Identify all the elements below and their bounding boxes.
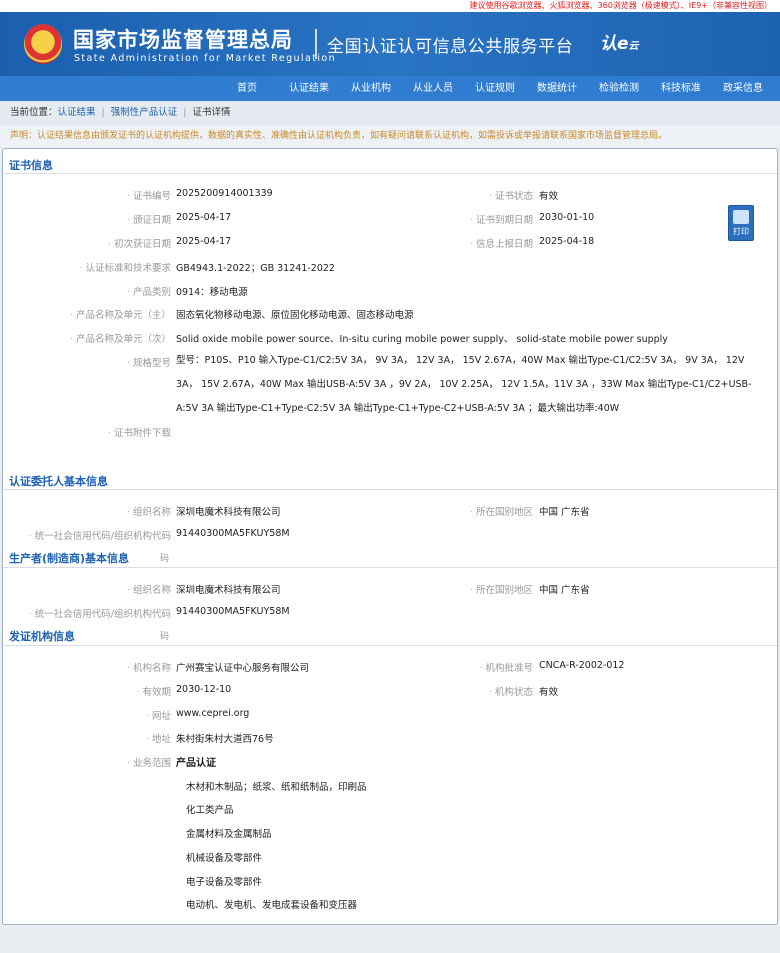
section-title-issuer: 发证机构信息 <box>9 630 75 643</box>
scope-item: 木材和木制品；纸浆、纸和纸制品，印刷品 <box>186 782 367 793</box>
value-approval-no: CNCA-R-2002-012 <box>539 660 625 671</box>
value-category: 0914：移动电源 <box>176 287 248 298</box>
platform-title: 全国认证认可信息公共服务平台 <box>327 37 574 57</box>
printer-icon <box>733 210 749 224</box>
e-cloud-logo: 认e云 <box>600 34 639 54</box>
value-address: 朱村街朱村大道西76号 <box>176 734 274 745</box>
print-button[interactable]: 打印 <box>728 205 754 241</box>
value-first-date: 2025-04-17 <box>176 236 232 247</box>
label-cert-no: 证书编号 <box>3 188 171 202</box>
value-standard: GB4943.1-2022；GB 31241-2022 <box>176 263 335 274</box>
value-name-sub: Solid oxide mobile power source、In-situ … <box>176 334 668 345</box>
label-expire-date: 证书到期日期 <box>383 212 533 226</box>
label-valid-until: 有效期 <box>3 684 171 698</box>
scope-item: 电动机、发电机、发电成套设备和变压器 <box>186 900 358 911</box>
value-status: 有效 <box>539 191 559 202</box>
nav-cert-results[interactable]: 认证结果 <box>278 76 340 101</box>
value-org-status: 有效 <box>539 687 559 698</box>
value-issuer-name: 广州赛宝认证中心服务有限公司 <box>176 663 310 674</box>
value-valid-until: 2030-12-10 <box>176 684 232 695</box>
scope-item: 金属材料及金属制品 <box>186 829 272 840</box>
label-issue-date: 颁证日期 <box>3 212 171 226</box>
label-status: 证书状态 <box>383 188 533 202</box>
scope-item: 化工类产品 <box>186 805 234 816</box>
browser-notice: 建议使用谷歌浏览器、火狐浏览器、360浏览器（极速模式）、IE9+（非兼容性视图… <box>469 1 772 10</box>
org-name-cn: 国家市场监督管理总局 <box>73 28 293 52</box>
breadcrumb-current: 证书详情 <box>192 107 231 118</box>
main-nav: 首页 认证结果 从业机构 从业人员 认证规则 数据统计 检验检测 科技标准 政采… <box>0 76 780 101</box>
value-issue-date: 2025-04-17 <box>176 212 232 223</box>
scope-heading: 产品认证 <box>176 758 216 769</box>
label-website: 网址 <box>3 708 171 722</box>
value-report-date: 2025-04-18 <box>539 236 595 247</box>
issuer-title-suffix: 码 <box>160 632 170 642</box>
label-client-region: 所在国别地区 <box>383 504 533 518</box>
section-title-client: 认证委托人基本信息 <box>9 475 108 488</box>
section-title-manufacturer: 生产者(制造商)基本信息 <box>9 552 130 565</box>
nav-rules[interactable]: 认证规则 <box>464 76 526 101</box>
cert-detail-panel: 证书信息 证书编号 2025200914001339 证书状态 有效 颁证日期 … <box>2 148 778 925</box>
scope-item: 电子设备及零部件 <box>186 877 263 888</box>
label-mfr-org: 组织名称 <box>3 582 171 596</box>
disclaimer: 声明：认证结果信息由颁发证书的认证机构提供，数据的真实性、准确性由认证机构负责，… <box>0 125 780 147</box>
label-name-sub: 产品名称及单元（次） <box>3 331 171 345</box>
nav-inspection[interactable]: 检验检测 <box>588 76 650 101</box>
section-title-cert: 证书信息 <box>9 159 53 172</box>
nav-procurement[interactable]: 政采信息 <box>712 76 774 101</box>
label-name-main: 产品名称及单元（主） <box>3 307 171 321</box>
print-label: 打印 <box>733 227 749 236</box>
page-bottom <box>0 926 780 953</box>
value-model: 型号：P10S、P10 输入Type-C1/C2:5V 3A， 9V 3A， 1… <box>176 355 752 414</box>
label-mfr-code: 统一社会信用代码/组织机构代码 <box>3 606 171 620</box>
nav-standards[interactable]: 科技标准 <box>650 76 712 101</box>
header-divider <box>315 29 317 59</box>
label-report-date: 信息上报日期 <box>383 236 533 250</box>
label-scope: 业务范围 <box>3 755 171 769</box>
scope-item: 机械设备及零部件 <box>186 853 263 864</box>
breadcrumb-prefix: 当前位置： <box>10 107 58 118</box>
label-org-status: 机构状态 <box>383 684 533 698</box>
breadcrumb-ccc[interactable]: 强制性产品认证 <box>111 107 178 118</box>
breadcrumb: 当前位置：认证结果 | 强制性产品认证 | 证书详情 <box>0 101 780 125</box>
value-client-code: 91440300MA5FKUY58M <box>176 528 290 539</box>
label-mfr-region: 所在国别地区 <box>383 582 533 596</box>
label-approval-no: 机构批准号 <box>383 660 533 674</box>
label-attachment: 证书附件下载 <box>3 425 171 439</box>
value-website[interactable]: www.ceprei.org <box>176 708 249 719</box>
breadcrumb-cert-results[interactable]: 认证结果 <box>58 107 96 118</box>
value-mfr-code: 91440300MA5FKUY58M <box>176 606 290 617</box>
value-expire-date: 2030-01-10 <box>539 212 595 223</box>
nav-personnel[interactable]: 从业人员 <box>402 76 464 101</box>
nav-statistics[interactable]: 数据统计 <box>526 76 588 101</box>
manufacturer-title-suffix: 码 <box>160 554 170 564</box>
nav-home[interactable]: 首页 <box>226 76 268 101</box>
value-name-main: 固态氧化物移动电源、原位固化移动电源、固态移动电源 <box>176 310 414 321</box>
label-category: 产品类别 <box>3 284 171 298</box>
value-client-region: 中国 广东省 <box>539 507 590 518</box>
label-client-code: 统一社会信用代码/组织机构代码 <box>3 528 171 542</box>
label-issuer-name: 机构名称 <box>3 660 171 674</box>
label-model: 规格型号 <box>3 355 171 369</box>
label-client-org: 组织名称 <box>3 504 171 518</box>
org-name-en: State Administration for Market Regulati… <box>74 53 336 64</box>
browser-notice-bar: 建议使用谷歌浏览器、火狐浏览器、360浏览器（极速模式）、IE9+（非兼容性视图… <box>0 0 780 12</box>
site-header: 国家市场监督管理总局 State Administration for Mark… <box>0 12 780 76</box>
nav-institutions[interactable]: 从业机构 <box>340 76 402 101</box>
label-first-date: 初次获证日期 <box>3 236 171 250</box>
value-client-org: 深圳电魔术科技有限公司 <box>176 507 281 518</box>
label-standard: 认证标准和技术要求 <box>3 260 171 274</box>
value-mfr-org: 深圳电魔术科技有限公司 <box>176 585 281 596</box>
label-address: 地址 <box>3 731 171 745</box>
value-mfr-region: 中国 广东省 <box>539 585 590 596</box>
national-emblem-icon <box>24 24 62 64</box>
value-cert-no: 2025200914001339 <box>176 188 273 199</box>
